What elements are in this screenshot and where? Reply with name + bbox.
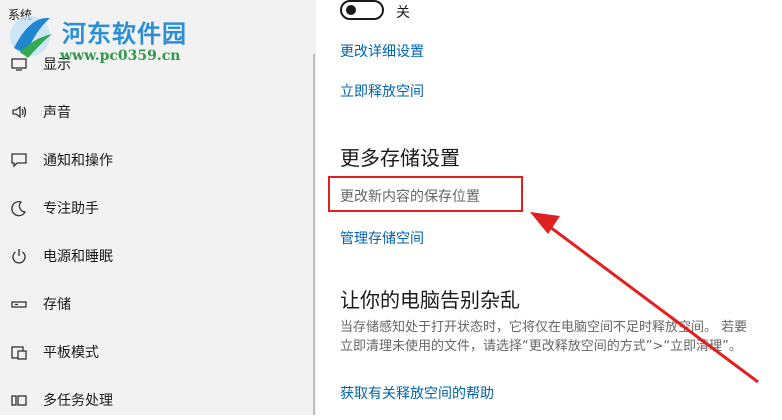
sidebar-item-label: 专注助手 [43, 201, 99, 217]
storage-icon [10, 295, 28, 313]
sidebar-item-storage[interactable]: 存储 [0, 284, 312, 324]
moon-icon [10, 199, 28, 217]
toggle-knob [346, 5, 356, 15]
tablet-icon [10, 343, 28, 361]
sidebar-item-focus-assist[interactable]: 专注助手 [0, 188, 312, 228]
sound-icon [10, 103, 28, 121]
sidebar-item-power[interactable]: 电源和睡眠 [0, 236, 312, 276]
sidebar-item-label: 声音 [43, 105, 71, 121]
declutter-description: 当存储感知处于打开状态时，它将仅在电脑空间不足时释放空间。 若要立即清理未使用的… [340, 320, 748, 354]
sidebar-item-label: 存储 [43, 297, 71, 313]
more-storage-settings-title: 更多存储设置 [340, 146, 460, 170]
sidebar-item-multitasking[interactable]: 多任务处理 [0, 380, 312, 420]
watermark-logo-icon [10, 16, 52, 58]
sidebar-item-label: 电源和睡眠 [43, 249, 113, 265]
sidebar-scrollbar[interactable] [313, 54, 315, 415]
watermark-url: www.pc0359.cn [60, 48, 181, 64]
sidebar-item-notifications[interactable]: 通知和操作 [0, 140, 312, 180]
sidebar-item-label: 通知和操作 [43, 153, 113, 169]
help-link[interactable]: 获取有关释放空间的帮助 [340, 383, 494, 403]
sidebar-item-label: 平板模式 [43, 345, 99, 361]
manage-storage-spaces-link[interactable]: 管理存储空间 [340, 228, 424, 248]
sidebar-item-sound[interactable]: 声音 [0, 92, 312, 132]
change-save-location-link[interactable]: 更改新内容的保存位置 [340, 186, 480, 206]
sidebar-item-tablet-mode[interactable]: 平板模式 [0, 332, 312, 372]
notification-icon [10, 151, 28, 169]
free-space-now-link[interactable]: 立即释放空间 [340, 81, 424, 101]
watermark-title: 河东软件园 [62, 19, 187, 48]
power-icon [10, 247, 28, 265]
multitask-icon [10, 391, 28, 409]
watermark: 河东软件园 www.pc0359.cn [0, 4, 220, 68]
main-content: 关 更改详细设置 立即释放空间 更多存储设置 更改新内容的保存位置 管理存储空间… [316, 0, 782, 415]
change-details-link[interactable]: 更改详细设置 [340, 41, 424, 61]
sidebar-item-label: 多任务处理 [43, 393, 113, 409]
storage-sense-toggle[interactable] [340, 0, 384, 20]
toggle-state-label: 关 [396, 5, 410, 21]
declutter-title: 让你的电脑告别杂乱 [340, 288, 520, 312]
